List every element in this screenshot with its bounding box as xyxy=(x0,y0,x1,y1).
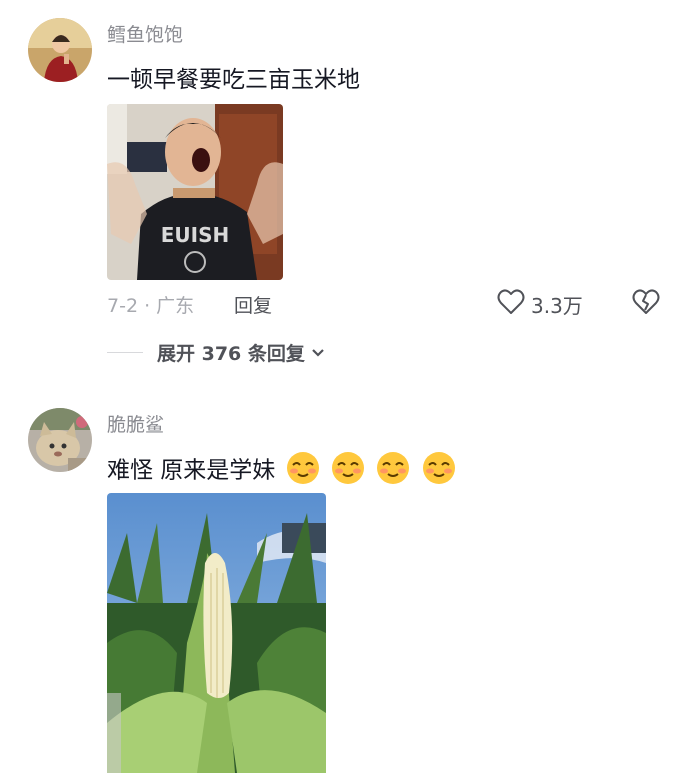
pleased-face-emoji-icon xyxy=(421,450,457,492)
chevron-down-icon xyxy=(311,343,325,362)
pleased-face-emoji-icon xyxy=(285,450,321,492)
comment-text: 难怪 原来是学妹 xyxy=(107,450,457,492)
like-count: 3.3万 xyxy=(531,293,583,318)
comment-photo[interactable]: EUISH xyxy=(107,104,283,280)
expand-replies-button[interactable]: 展开 376 条回复 xyxy=(107,339,325,366)
comment-photo[interactable] xyxy=(107,493,326,773)
broken-heart-icon xyxy=(632,289,660,319)
comment-username[interactable]: 脆脆鲨 xyxy=(107,410,164,437)
avatar[interactable] xyxy=(28,18,92,82)
expand-divider xyxy=(107,352,143,353)
comment-item: 鳕鱼饱饱 一顿早餐要吃三亩玉米地 EUISH 7-2 · 广东 回复 3.3万 xyxy=(0,0,690,380)
pleased-face-emoji-icon xyxy=(330,450,366,492)
comment-meta: 7-2 · 广东 xyxy=(107,295,195,317)
like-button[interactable]: 3.3万 xyxy=(497,289,583,319)
svg-text:EUISH: EUISH xyxy=(161,223,230,247)
heart-icon xyxy=(497,289,525,319)
comment-text: 一顿早餐要吃三亩玉米地 xyxy=(107,67,360,93)
comment-text-content: 难怪 原来是学妹 xyxy=(107,457,276,484)
avatar[interactable] xyxy=(28,408,92,472)
expand-replies-label: 展开 376 条回复 xyxy=(157,343,305,365)
comment-username[interactable]: 鳕鱼饱饱 xyxy=(107,20,183,47)
reply-button[interactable]: 回复 xyxy=(234,291,272,318)
pleased-face-emoji-icon xyxy=(375,450,411,492)
comment-item: 脆脆鲨 难怪 原来是学妹 xyxy=(0,390,690,773)
dislike-button[interactable] xyxy=(632,289,660,319)
